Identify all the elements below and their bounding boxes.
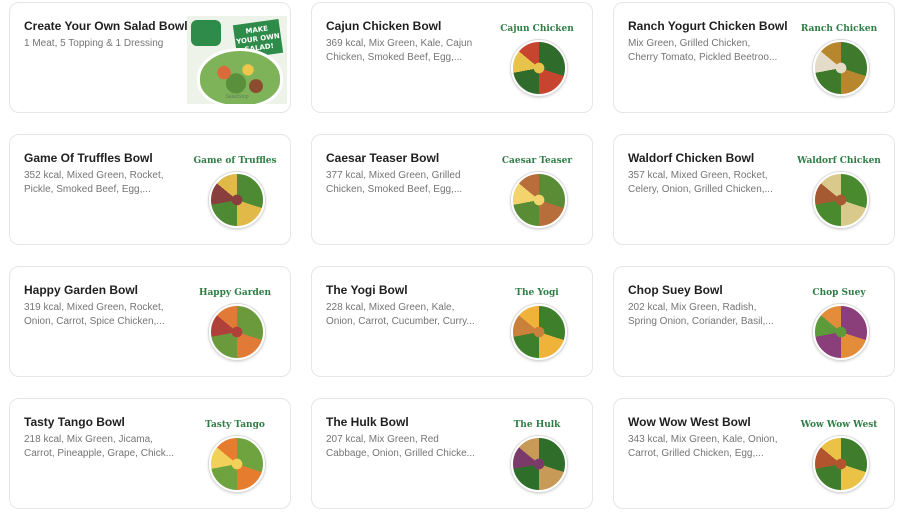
salad-bowl-image <box>209 304 265 360</box>
thumbnail-label: Wow Wow West <box>800 420 878 430</box>
item-description: 343 kcal, Mix Green, Kale, Onion, Carrot… <box>628 434 778 459</box>
item-title: The Hulk Bowl <box>326 415 409 429</box>
item-thumbnail: Game of Truffles <box>190 147 280 233</box>
item-title: Game Of Truffles Bowl <box>24 151 153 165</box>
item-title: Happy Garden Bowl <box>24 283 139 297</box>
item-description: 352 kcal, Mixed Green, Rocket, Pickle, S… <box>24 170 164 195</box>
item-title: Caesar Teaser Bowl <box>326 151 440 165</box>
item-thumbnail: Cajun Chicken <box>492 15 582 101</box>
item-title: Cajun Chicken Bowl <box>326 19 442 33</box>
item-description: 369 kcal, Mix Green, Kale, Cajun Chicken… <box>326 38 473 63</box>
item-thumbnail: Happy Garden <box>190 279 280 365</box>
salad-bowl-image <box>813 436 869 492</box>
item-description: 207 kcal, Mix Green, Red Cabbage, Onion,… <box>326 434 475 459</box>
thumbnail-label: Tasty Tango <box>205 420 265 430</box>
salad-bowl-image <box>209 436 265 492</box>
item-description: Mix Green, Grilled Chicken, Cherry Tomat… <box>628 38 778 63</box>
item-title: Chop Suey Bowl <box>628 283 723 297</box>
salad-bowl-image <box>813 40 869 96</box>
item-description: 1 Meat, 5 Topping & 1 Dressing <box>24 38 164 49</box>
item-description: 319 kcal, Mixed Green, Rocket, Onion, Ca… <box>24 302 165 327</box>
thumbnail-label: Cajun Chicken <box>500 24 574 34</box>
salad-bowl-image <box>813 304 869 360</box>
menu-grid: Create Your Own Salad Bowl 1 Meat, 5 Top… <box>0 0 900 513</box>
thumbnail-label: Caesar Teaser <box>501 156 573 166</box>
menu-card-game-of-truffles[interactable]: Game Of Truffles Bowl 352 kcal, Mixed Gr… <box>9 134 291 245</box>
thumbnail-label: Happy Garden <box>198 288 272 298</box>
item-thumbnail: Waldorf Chicken <box>794 147 884 233</box>
menu-card-create-your-own[interactable]: Create Your Own Salad Bowl 1 Meat, 5 Top… <box>9 2 291 113</box>
menu-card-cajun-chicken[interactable]: Cajun Chicken Bowl 369 kcal, Mix Green, … <box>311 2 593 113</box>
item-description: 218 kcal, Mix Green, Jicama, Carrot, Pin… <box>24 434 175 459</box>
item-title: Waldorf Chicken Bowl <box>628 151 755 165</box>
menu-card-waldorf-chicken[interactable]: Waldorf Chicken Bowl 357 kcal, Mixed Gre… <box>613 134 895 245</box>
promo-brand: SaladStop <box>225 94 249 100</box>
thumbnail-label: Chop Suey <box>812 288 866 298</box>
item-thumbnail: Wow Wow West <box>794 411 884 497</box>
menu-card-caesar-teaser[interactable]: Caesar Teaser Bowl 377 kcal, Mixed Green… <box>311 134 593 245</box>
item-description: 202 kcal, Mix Green, Radish, Spring Onio… <box>628 302 774 327</box>
thumbnail-label: Game of Truffles <box>193 156 277 166</box>
hand-graphic <box>191 20 221 46</box>
salad-bowl-image <box>511 304 567 360</box>
item-description: 228 kcal, Mixed Green, Kale, Onion, Carr… <box>326 302 475 327</box>
item-thumbnail: Chop Suey <box>794 279 884 365</box>
menu-card-chop-suey[interactable]: Chop Suey Bowl 202 kcal, Mix Green, Radi… <box>613 266 895 377</box>
salad-bowl-image <box>209 172 265 228</box>
salad-bowl-image <box>511 436 567 492</box>
item-title: Wow Wow West Bowl <box>628 415 751 429</box>
item-title: Ranch Yogurt Chicken Bowl <box>628 19 788 33</box>
promo-image: MAKE YOUR OWN SALAD! SaladStop <box>187 16 287 104</box>
thumbnail-label: Waldorf Chicken <box>797 156 881 166</box>
menu-card-the-hulk[interactable]: The Hulk Bowl 207 kcal, Mix Green, Red C… <box>311 398 593 509</box>
item-thumbnail: Tasty Tango <box>190 411 280 497</box>
salad-bowl-image <box>813 172 869 228</box>
thumbnail-label: Ranch Chicken <box>800 24 878 34</box>
menu-card-tasty-tango[interactable]: Tasty Tango Bowl 218 kcal, Mix Green, Ji… <box>9 398 291 509</box>
item-title: Create Your Own Salad Bowl <box>24 19 188 33</box>
menu-card-ranch-yogurt-chicken[interactable]: Ranch Yogurt Chicken Bowl Mix Green, Gri… <box>613 2 895 113</box>
item-title: The Yogi Bowl <box>326 283 408 297</box>
item-description: 357 kcal, Mixed Green, Rocket, Celery, O… <box>628 170 773 195</box>
item-title: Tasty Tango Bowl <box>24 415 125 429</box>
menu-card-the-yogi[interactable]: The Yogi Bowl 228 kcal, Mixed Green, Kal… <box>311 266 593 377</box>
salad-bowl-image <box>511 172 567 228</box>
item-thumbnail: Ranch Chicken <box>794 15 884 101</box>
item-thumbnail: Caesar Teaser <box>492 147 582 233</box>
item-thumbnail: The Yogi <box>492 279 582 365</box>
menu-card-wow-wow-west[interactable]: Wow Wow West Bowl 343 kcal, Mix Green, K… <box>613 398 895 509</box>
thumbnail-label: The Yogi <box>515 288 559 298</box>
item-description: 377 kcal, Mixed Green, Grilled Chicken, … <box>326 170 463 195</box>
item-thumbnail: The Hulk <box>492 411 582 497</box>
menu-card-happy-garden[interactable]: Happy Garden Bowl 319 kcal, Mixed Green,… <box>9 266 291 377</box>
salad-bowl-image <box>511 40 567 96</box>
thumbnail-label: The Hulk <box>513 420 561 430</box>
